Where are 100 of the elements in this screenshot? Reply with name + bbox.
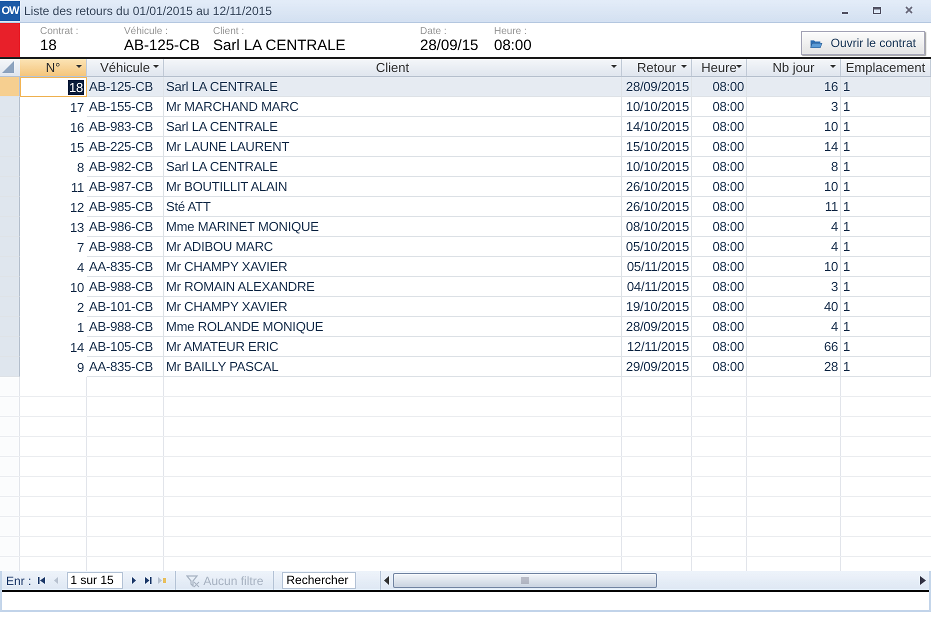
table-cell: Mr AMATEUR ERIC — [164, 337, 622, 357]
table-cell: AB-983-CB — [87, 117, 164, 137]
table-cell: 05/11/2015 — [622, 257, 692, 277]
table-cell: 08:00 — [692, 157, 747, 177]
table-cell: Mr MARCHAND MARC — [164, 97, 622, 117]
table-cell-text: 14 — [68, 339, 85, 357]
row-selector[interactable] — [0, 197, 20, 217]
table-cell: Sarl LA CENTRALE — [164, 77, 622, 97]
row-selector[interactable] — [0, 257, 20, 277]
table-cell: 12/11/2015 — [622, 337, 692, 357]
previous-record-icon[interactable] — [52, 576, 60, 585]
first-record-icon[interactable] — [38, 576, 46, 585]
row-selector[interactable] — [0, 317, 20, 337]
column-header[interactable]: Heure — [692, 59, 747, 76]
field-value: AB-125-CB — [124, 37, 200, 55]
table-cell: 1 — [841, 317, 931, 337]
table-cell: Sarl LA CENTRALE — [164, 157, 622, 177]
table-cell: AB-987-CB — [87, 177, 164, 197]
column-header[interactable]: Client — [164, 59, 622, 76]
table-cell: 10/10/2015 — [622, 157, 692, 177]
row-selector[interactable] — [0, 177, 20, 197]
new-record-icon[interactable] — [158, 576, 166, 585]
field-label: Date : — [420, 26, 447, 37]
row-selector[interactable] — [0, 97, 20, 117]
row-selector[interactable] — [0, 77, 20, 97]
table-cell: Mr CHAMPY XAVIER — [164, 297, 622, 317]
table-cell: 1 — [841, 177, 931, 197]
row-selector[interactable] — [0, 157, 20, 177]
table-cell-text: 15 — [68, 139, 85, 157]
table-cell: 10/10/2015 — [622, 97, 692, 117]
table-cell: 29/09/2015 — [622, 357, 692, 377]
table-cell: Mr CHAMPY XAVIER — [164, 257, 622, 277]
filter-icon — [186, 574, 200, 588]
table-cell: 08/10/2015 — [622, 217, 692, 237]
table-cell: AA-835-CB — [87, 357, 164, 377]
last-record-icon[interactable] — [144, 576, 152, 585]
table-cell-text: 11 — [70, 179, 85, 197]
table-cell: Mr ROMAIN ALEXANDRE — [164, 277, 622, 297]
table-cell: 08:00 — [692, 297, 747, 317]
table-cell: Mr BAILLY PASCAL — [164, 357, 622, 377]
row-selector[interactable] — [0, 337, 20, 357]
open-contract-button[interactable]: Ouvrir le contrat — [801, 31, 925, 55]
table-cell: AB-988-CB — [87, 277, 164, 297]
status-marker — [0, 23, 20, 57]
table-cell-text: 8 — [76, 159, 85, 177]
table-cell: AB-155-CB — [87, 97, 164, 117]
scrollbar-thumb[interactable] — [393, 573, 658, 588]
table-cell: 08:00 — [692, 97, 747, 117]
field-value: Sarl LA CENTRALE — [213, 37, 346, 55]
table-cell: 18 — [20, 77, 87, 97]
row-selector[interactable] — [0, 237, 20, 257]
row-selector[interactable] — [0, 137, 20, 157]
table-cell-text: 10 — [68, 279, 85, 297]
scroll-left-icon[interactable] — [384, 576, 390, 585]
table-cell: 28/09/2015 — [622, 317, 692, 337]
table-cell: AB-105-CB — [87, 337, 164, 357]
table-cell-text: 7 — [76, 239, 85, 257]
table-cell-text: 1 — [76, 319, 85, 337]
table-cell-text: 9 — [76, 359, 85, 377]
column-header[interactable]: Nb jour — [747, 59, 841, 76]
table-cell: 10 — [747, 257, 841, 277]
row-selector[interactable] — [0, 357, 20, 377]
table-cell: 1 — [841, 237, 931, 257]
table-cell: Sté ATT — [164, 197, 622, 217]
field-label: Véhicule : — [124, 26, 168, 37]
table-cell: Mr LAUNE LAURENT — [164, 137, 622, 157]
table-cell: 1 — [841, 77, 931, 97]
table-cell: AB-101-CB — [87, 297, 164, 317]
column-header[interactable]: N° — [20, 59, 87, 76]
table-cell: Mme ROLANDE MONIQUE — [164, 317, 622, 337]
row-selector[interactable] — [0, 297, 20, 317]
table-cell: 3 — [747, 277, 841, 297]
table-cell: 04/11/2015 — [622, 277, 692, 297]
table-cell: 08:00 — [692, 337, 747, 357]
table-cell: 28/09/2015 — [622, 77, 692, 97]
column-header[interactable]: Retour — [622, 59, 692, 76]
column-header[interactable]: Véhicule — [87, 59, 164, 76]
table-cell: Mr ADIBOU MARC — [164, 237, 622, 257]
search-field[interactable]: Rechercher — [282, 572, 356, 589]
table-cell: 08:00 — [692, 257, 747, 277]
table-cell: 08:00 — [692, 237, 747, 257]
table-cell-text: 2 — [76, 299, 85, 317]
row-selector[interactable] — [0, 217, 20, 237]
field-label: Heure : — [494, 26, 527, 37]
table-cell: 1 — [841, 257, 931, 277]
scroll-right-icon[interactable] — [920, 576, 926, 585]
table-cell: 26/10/2015 — [622, 177, 692, 197]
table-cell: 08:00 — [692, 277, 747, 297]
row-selector[interactable] — [0, 117, 20, 137]
table-cell-text: 4 — [76, 259, 85, 277]
table-cell: 4 — [747, 237, 841, 257]
table-cell: AB-988-CB — [87, 237, 164, 257]
table-cell: AB-982-CB — [87, 157, 164, 177]
table-cell: 08:00 — [692, 197, 747, 217]
table-cell: Mr BOUTILLIT ALAIN — [164, 177, 622, 197]
record-position-field[interactable]: 1 sur 15 — [67, 572, 124, 589]
next-record-icon[interactable] — [130, 576, 138, 585]
column-header[interactable]: Emplacement — [841, 59, 931, 76]
row-selector[interactable] — [0, 277, 20, 297]
field-label: Client : — [213, 26, 244, 37]
